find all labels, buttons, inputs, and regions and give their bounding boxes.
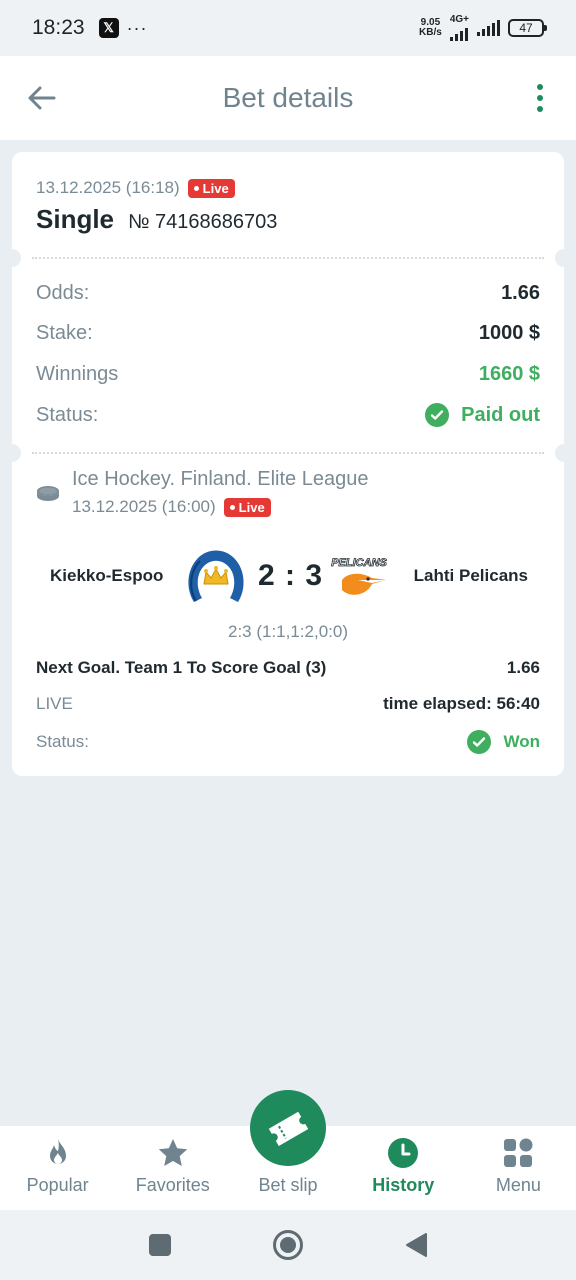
card-notch bbox=[3, 249, 21, 267]
system-nav-bar bbox=[0, 1210, 576, 1280]
network-speed-unit: KB/s bbox=[419, 27, 442, 38]
star-icon bbox=[158, 1139, 187, 1166]
bet-timestamp: 13.12.2025 (16:18) bbox=[36, 178, 180, 197]
grid-icon bbox=[504, 1138, 533, 1167]
stake-row: Stake: 1000 $ bbox=[36, 322, 540, 345]
bet-status-text: Paid out bbox=[461, 403, 540, 426]
bet-type: Single bbox=[36, 204, 115, 234]
bet-timestamp-line: 13.12.2025 (16:18) Live bbox=[36, 178, 235, 198]
stake-value: 1000 $ bbox=[478, 322, 540, 344]
nav-item-popular[interactable]: Popular bbox=[0, 1126, 115, 1210]
winnings-label: Winnings bbox=[36, 363, 119, 385]
nav-label-favorites: Favorites bbox=[135, 1175, 210, 1195]
live-dot-icon bbox=[193, 185, 199, 191]
page-title: Bet details bbox=[222, 82, 354, 113]
bet-slip-button[interactable] bbox=[250, 1090, 326, 1166]
status-time: 18:23 bbox=[32, 16, 85, 39]
card-notch bbox=[555, 249, 573, 267]
event-status-row: Status: Won bbox=[36, 730, 540, 754]
odds-value: 1.66 bbox=[501, 282, 540, 304]
bet-card: 13.12.2025 (16:18) Live Single № 7416868… bbox=[3, 152, 573, 776]
bet-status-value: Paid out bbox=[425, 403, 540, 427]
status-indicators: 9.05 KB/s 4G+ 47 bbox=[419, 14, 547, 41]
nav-label-history: History bbox=[372, 1175, 435, 1195]
match-score: 2 : 3 bbox=[258, 559, 324, 592]
back-arrow-icon[interactable] bbox=[26, 82, 58, 114]
event-league-line: Ice Hockey. Finland. Elite League 13.12.… bbox=[36, 468, 368, 517]
winnings-value: 1660 $ bbox=[478, 363, 540, 385]
card-notch bbox=[3, 444, 21, 462]
x-app-icon: 𝕏 bbox=[98, 18, 119, 38]
nav-label-popular: Popular bbox=[26, 1175, 89, 1195]
home-circle-icon[interactable] bbox=[272, 1229, 304, 1261]
nav-item-favorites[interactable]: Favorites bbox=[115, 1126, 230, 1210]
score-detail: 2:3 (1:1,1:2,0:0) bbox=[227, 622, 349, 641]
team1-name: Kiekko-Espoo bbox=[50, 566, 164, 585]
card-notch bbox=[555, 444, 573, 462]
network-speed: 9.05 KB/s bbox=[419, 18, 442, 38]
live-badge-label: Live bbox=[238, 499, 265, 515]
market-row: Next Goal. Team 1 To Score Goal (3) 1.66 bbox=[36, 658, 540, 678]
card-divider bbox=[32, 257, 544, 259]
nav-item-history[interactable]: History bbox=[346, 1126, 461, 1210]
nav-label-menu: Menu bbox=[495, 1175, 541, 1195]
bet-status-label: Status: bbox=[36, 403, 99, 426]
nav-item-menu[interactable]: Menu bbox=[461, 1126, 576, 1210]
odds-row: Odds: 1.66 bbox=[36, 282, 540, 305]
match-line: Kiekko-Espoo 2 : 3 PELICANS Lahti Pelica… bbox=[12, 544, 564, 608]
recents-square-icon[interactable] bbox=[148, 1233, 172, 1257]
mobile-signal: 4G+ bbox=[449, 14, 469, 41]
bet-number: № 74168686703 bbox=[128, 211, 278, 233]
team2-logo-text: PELICANS bbox=[331, 557, 387, 569]
back-triangle-icon[interactable] bbox=[404, 1232, 428, 1258]
event-status-value: Won bbox=[467, 730, 540, 754]
market-odds: 1.66 bbox=[506, 658, 540, 677]
network-type: 4G+ bbox=[449, 14, 469, 25]
stake-label: Stake: bbox=[36, 322, 93, 344]
ticket-icon bbox=[268, 1111, 309, 1147]
status-bar: 18:23 𝕏 ··· 9.05 KB/s 4G+ 47 bbox=[0, 0, 576, 56]
event-date: 13.12.2025 (16:00) bbox=[72, 497, 216, 516]
market-name: Next Goal. Team 1 To Score Goal (3) bbox=[36, 658, 327, 677]
battery-level: 47 bbox=[519, 21, 533, 35]
event-date-line: 13.12.2025 (16:00) Live bbox=[72, 497, 368, 517]
team2-logo: PELICANS bbox=[331, 557, 388, 595]
hockey-puck-icon bbox=[37, 486, 59, 501]
signal-bars-icon-2 bbox=[477, 20, 500, 36]
live-text: LIVE bbox=[36, 694, 73, 713]
check-circle-icon bbox=[467, 730, 492, 754]
more-options-icon[interactable] bbox=[530, 82, 550, 114]
card-divider bbox=[32, 452, 544, 454]
time-elapsed: time elapsed: 56:40 bbox=[383, 694, 540, 713]
bet-type-line: Single № 74168686703 bbox=[36, 204, 277, 235]
live-badge: Live bbox=[187, 178, 235, 198]
bet-status-row: Status: Paid out bbox=[36, 403, 540, 427]
odds-label: Odds: bbox=[36, 282, 90, 304]
nav-label-bet-slip: Bet slip bbox=[258, 1175, 318, 1195]
event-status-label: Status: bbox=[36, 732, 89, 751]
live-badge-label: Live bbox=[202, 180, 229, 196]
battery-icon: 47 bbox=[508, 19, 547, 37]
more-notifications-icon: ··· bbox=[126, 17, 148, 38]
signal-bars-icon bbox=[449, 25, 468, 41]
event-status-text: Won bbox=[503, 732, 540, 751]
winnings-row: Winnings 1660 $ bbox=[36, 363, 540, 386]
team1-logo bbox=[188, 550, 244, 602]
live-row: LIVE time elapsed: 56:40 bbox=[36, 694, 540, 714]
live-dot-icon bbox=[229, 504, 235, 510]
league-name: Ice Hockey. Finland. Elite League bbox=[72, 468, 369, 490]
league-text: Ice Hockey. Finland. Elite League 13.12.… bbox=[72, 468, 368, 517]
team2-name: Lahti Pelicans bbox=[413, 566, 528, 585]
flame-icon bbox=[49, 1139, 66, 1164]
app-header: Bet details bbox=[0, 56, 576, 140]
live-badge: Live bbox=[223, 497, 271, 517]
clock-icon bbox=[388, 1138, 419, 1168]
check-circle-icon bbox=[425, 403, 450, 427]
